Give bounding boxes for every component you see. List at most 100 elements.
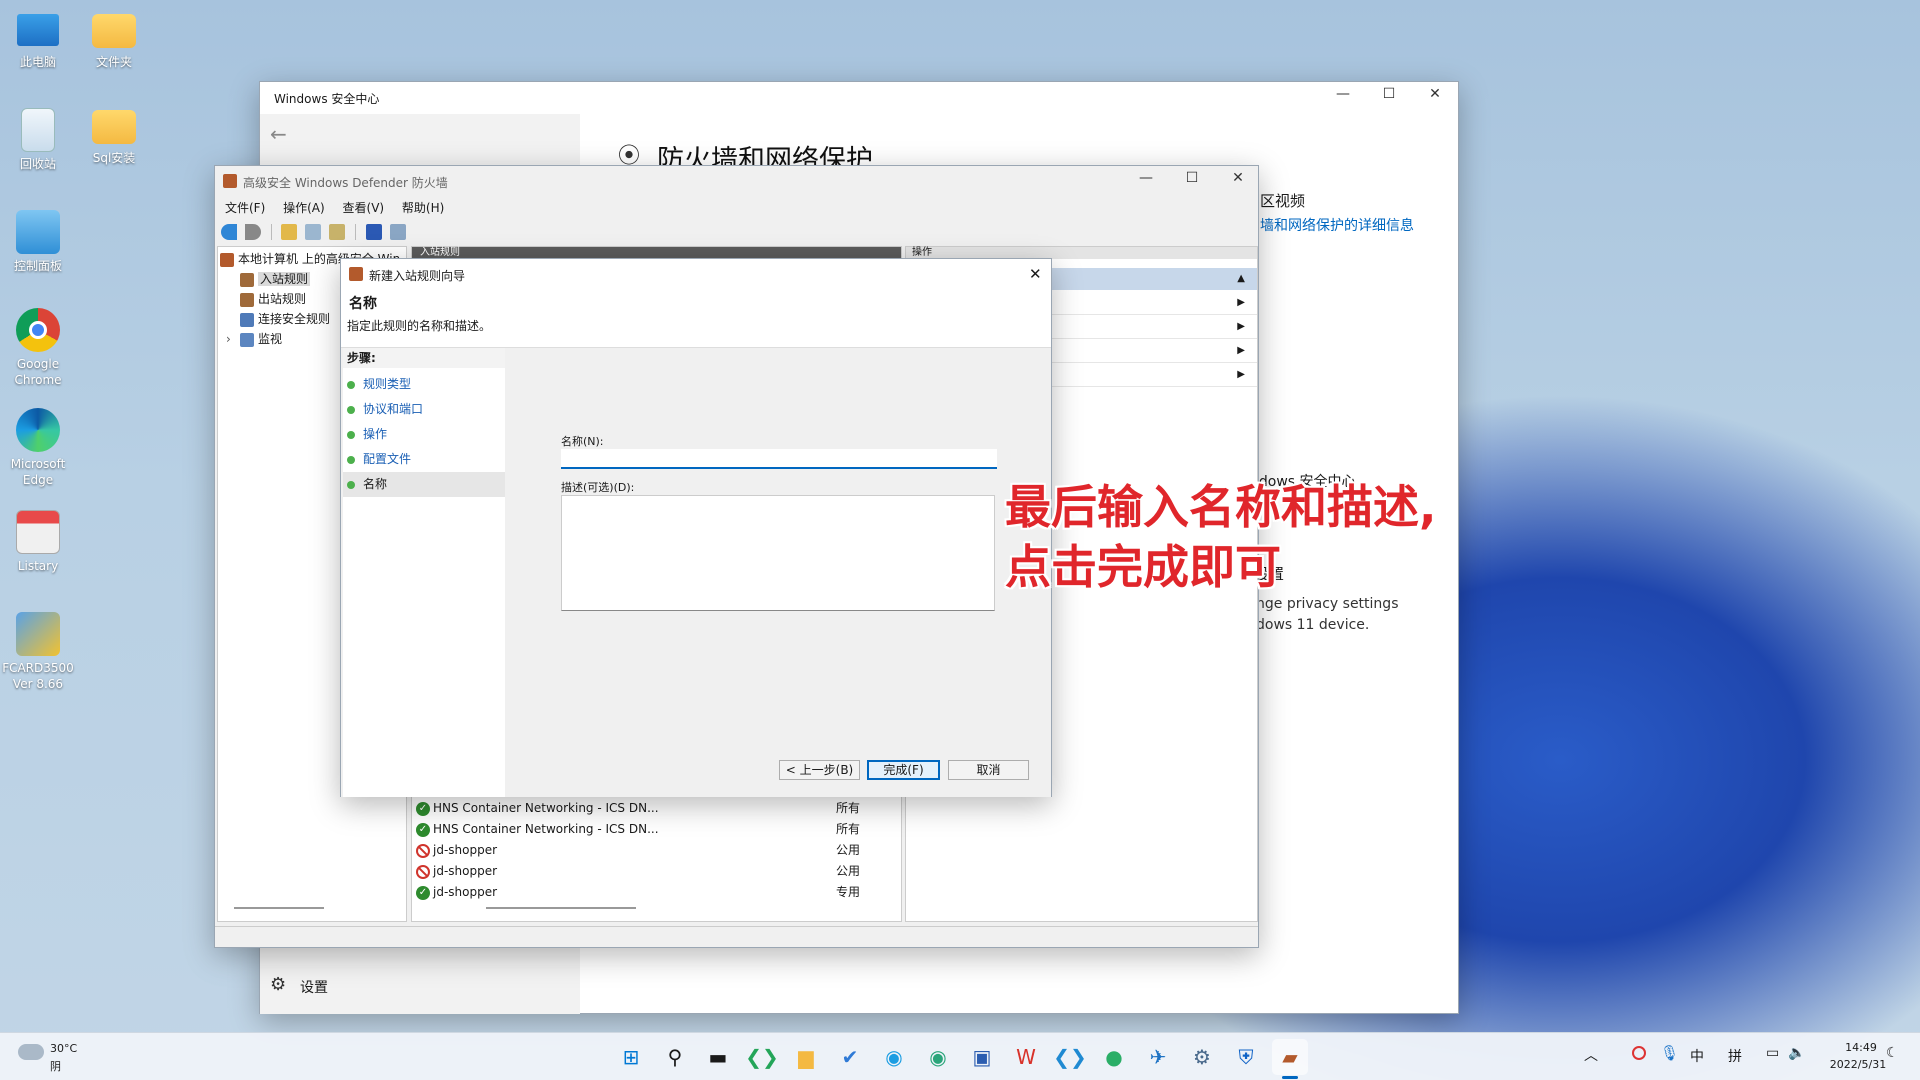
show-hide-tree-icon[interactable] [305, 223, 322, 240]
up-folder-icon[interactable] [281, 223, 298, 240]
weather-cloud-icon[interactable] [18, 1044, 44, 1060]
close-button[interactable]: ✕ [1412, 86, 1458, 102]
close-button[interactable]: ✕ [1215, 170, 1261, 186]
wechat-icon[interactable]: ● [1096, 1039, 1132, 1075]
ime-mode[interactable]: 拼 [1728, 1046, 1742, 1066]
settings-icon[interactable]: ⚙ [1184, 1039, 1220, 1075]
details-link[interactable]: 墙和网络保护的详细信息 [1260, 215, 1414, 235]
step-protocol-ports[interactable]: 协议和端口 [343, 397, 505, 422]
properties-icon[interactable] [389, 223, 406, 240]
name-field[interactable] [561, 449, 997, 469]
desktop-icon-control-panel[interactable]: 控制面板 [2, 210, 74, 274]
step-action[interactable]: 操作 [343, 422, 505, 447]
desktop-icon-label: Microsoft Edge [10, 457, 66, 487]
horizontal-scrollbar[interactable] [234, 907, 324, 909]
horizontal-scrollbar[interactable] [486, 907, 636, 909]
chevron-right-icon[interactable]: › [226, 329, 240, 349]
firewall-taskbar-icon[interactable]: ▰ [1272, 1039, 1308, 1075]
step-name[interactable]: 名称 [343, 472, 505, 497]
tray-overflow-chevron-icon[interactable]: ︿ [1584, 1045, 1598, 1065]
monitor-icon [240, 332, 254, 347]
settings-label[interactable]: 设置 [300, 977, 328, 997]
weather-desc[interactable]: 阴 [50, 1058, 61, 1074]
desktop-icon-label: 文件夹 [95, 55, 132, 69]
window-title: 高级安全 Windows Defender 防火墙 [243, 176, 448, 190]
table-row[interactable]: ✓ jd-shopper 专用 [416, 882, 896, 903]
status-bar [215, 926, 1258, 947]
maximize-button[interactable]: ☐ [1366, 86, 1412, 102]
maximize-button[interactable]: ☐ [1169, 170, 1215, 186]
finish-button[interactable]: 完成(F) [867, 760, 940, 780]
section-title: 名称 [349, 296, 377, 312]
task-view-icon[interactable]: ▬ [700, 1039, 736, 1075]
desktop-icon-chrome[interactable]: Google Chrome [2, 308, 74, 388]
export-icon[interactable] [329, 223, 346, 240]
desktop-icon-this-pc[interactable]: 此电脑 [2, 10, 74, 70]
desktop-icon-label: FCARD3500 Ver 8.66 [2, 661, 74, 691]
desktop-icon-sql-folder[interactable]: Sql安装 [78, 110, 150, 166]
search-icon[interactable]: ⚲ [657, 1039, 693, 1075]
desktop-icon-folder[interactable]: 文件夹 [78, 10, 150, 70]
edge-icon [16, 408, 60, 452]
menu-help[interactable]: 帮助(H) [402, 201, 444, 215]
close-icon[interactable]: ✕ [1029, 265, 1042, 283]
wps-icon[interactable]: W [1008, 1039, 1044, 1075]
ime-language[interactable]: 中 [1690, 1046, 1704, 1066]
desktop-icon-fcard[interactable]: FCARD3500 Ver 8.66 [2, 612, 74, 692]
desktop-icon-listary[interactable]: Listary [2, 510, 74, 574]
vscode-icon[interactable]: ❮❯ [744, 1039, 780, 1075]
menu-view[interactable]: 查看(V) [343, 201, 385, 215]
menu-action[interactable]: 操作(A) [283, 201, 325, 215]
table-row[interactable]: ✓ HNS Container Networking - ICS DN... 所有 [416, 819, 896, 840]
folder-icon [92, 110, 136, 144]
collapse-icon[interactable]: ▲ [1237, 273, 1245, 284]
allow-icon: ✓ [416, 801, 430, 816]
desktop-icon-label: Google Chrome [14, 357, 62, 387]
description-field[interactable] [561, 495, 995, 611]
notification-moon-icon[interactable]: ☾ [1886, 1045, 1899, 1061]
volume-icon[interactable]: 🔈 [1788, 1045, 1805, 1061]
network-tool-icon[interactable]: ✈ [1140, 1039, 1176, 1075]
record-icon[interactable] [1632, 1046, 1646, 1060]
table-row[interactable]: jd-shopper 公用 [416, 840, 896, 861]
recycle-bin-icon [21, 108, 55, 152]
fcard-icon [16, 612, 60, 656]
menu-file[interactable]: 文件(F) [225, 201, 265, 215]
back-arrow-icon[interactable]: ← [270, 122, 287, 146]
weather-temp[interactable]: 30°C [50, 1042, 77, 1055]
edge-icon[interactable]: ◉ [876, 1039, 912, 1075]
chevron-right-icon: ▶ [1237, 345, 1245, 356]
back-button[interactable]: < 上一步(B) [779, 760, 860, 780]
desktop-icon-label: Sql安装 [92, 151, 136, 165]
cancel-button[interactable]: 取消 [948, 760, 1029, 780]
table-row[interactable]: jd-shopper 公用 [416, 861, 896, 882]
minimize-button[interactable]: — [1123, 170, 1169, 186]
allow-icon: ✓ [416, 822, 430, 837]
file-explorer-icon[interactable]: ▆ [788, 1039, 824, 1075]
table-row[interactable]: ✓ HNS Container Networking - ICS DN... 所有 [416, 798, 896, 819]
step-profile[interactable]: 配置文件 [343, 447, 505, 472]
clock-time[interactable]: 14:49 [1834, 1041, 1888, 1054]
step-rule-type[interactable]: 规则类型 [343, 372, 505, 397]
todo-icon[interactable]: ✔ [832, 1039, 868, 1075]
microphone-icon[interactable]: 🎙 [1660, 1044, 1679, 1062]
back-icon[interactable] [221, 223, 237, 240]
inbound-rules-icon [240, 272, 254, 287]
desktop-icon-label: Listary [17, 559, 59, 573]
window-title: Windows 安全中心 [274, 92, 380, 106]
forward-icon[interactable] [244, 223, 261, 240]
start-button[interactable]: ⊞ [613, 1039, 649, 1075]
store-icon[interactable]: ▣ [964, 1039, 1000, 1075]
settings-gear-icon[interactable]: ⚙ [270, 974, 286, 995]
edge-dev-icon[interactable]: ◉ [920, 1039, 956, 1075]
clock-date[interactable]: 2022/5/31 [1820, 1058, 1896, 1071]
minimize-button[interactable]: — [1320, 86, 1366, 102]
vscode-blue-icon[interactable]: ❮❯ [1052, 1039, 1088, 1075]
windows-security-icon[interactable]: ⛨ [1228, 1039, 1264, 1075]
section-description: 指定此规则的名称和描述。 [347, 319, 492, 333]
help-icon[interactable] [365, 223, 382, 240]
desktop-icon-edge[interactable]: Microsoft Edge [2, 408, 74, 488]
allow-icon: ✓ [416, 885, 430, 900]
network-icon[interactable]: ▭ [1766, 1045, 1779, 1061]
desktop-icon-recycle-bin[interactable]: 回收站 [2, 108, 74, 172]
